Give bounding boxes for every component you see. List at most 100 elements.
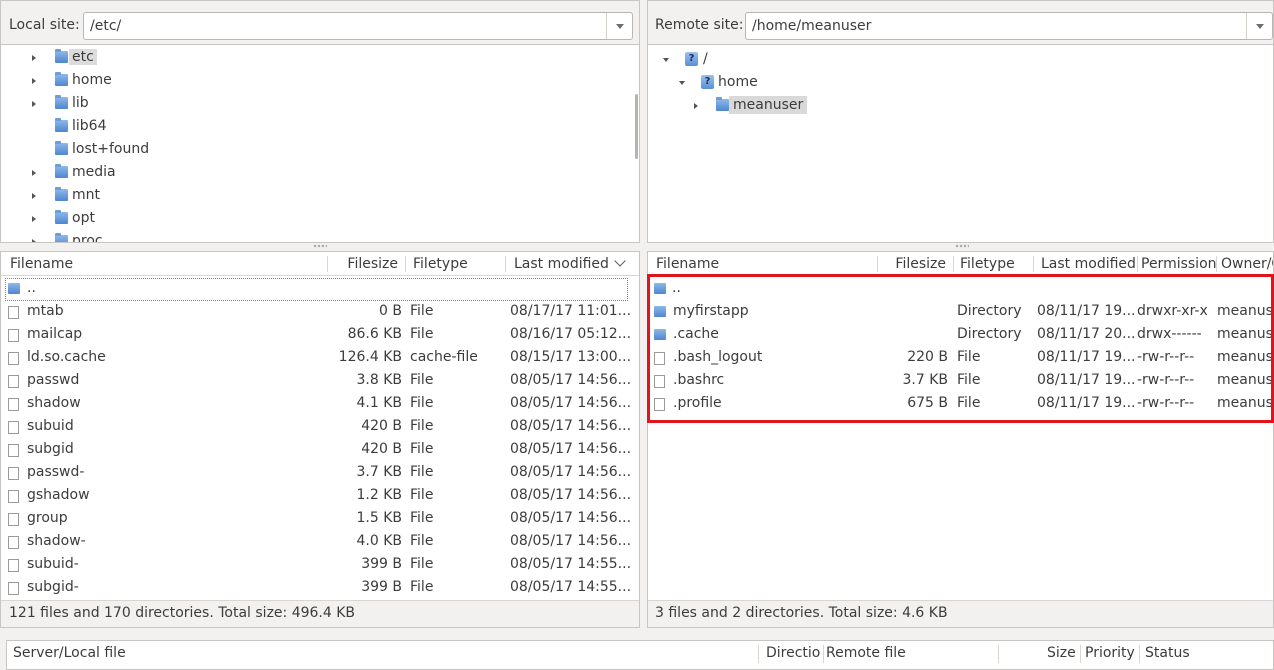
table-row[interactable]: subuid- 399 B File 08/05/17 14:55... (1, 554, 639, 577)
file-type: File (410, 326, 434, 342)
remote-tree-pane: Remote site: /home/meanuser ? /? home meanu… (647, 0, 1274, 243)
col-priority[interactable]: Priority (1085, 645, 1135, 661)
collapsed-arrow-icon[interactable] (32, 78, 36, 84)
table-row[interactable]: subuid 420 B File 08/05/17 14:56... (1, 416, 639, 439)
chevron-down-icon (614, 255, 626, 267)
file-size: 0 B (379, 303, 402, 319)
col-filetype[interactable]: Filetype (407, 252, 502, 276)
tree-item-label: media (72, 164, 116, 180)
file-name: subuid (27, 418, 74, 434)
file-type: File (410, 487, 434, 503)
splitter-handle[interactable] (313, 244, 327, 248)
table-row[interactable]: subgid- 399 B File 08/05/17 14:55... (1, 577, 639, 600)
tree-item-label: proc (72, 233, 103, 243)
column-separator[interactable] (758, 645, 759, 663)
table-row[interactable]: .bashrc 3.7 KB File 08/11/17 19... -rw-r--r-… (648, 370, 1273, 393)
column-separator[interactable] (1080, 645, 1081, 663)
file-type: File (410, 303, 434, 319)
table-row[interactable]: shadow 4.1 KB File 08/05/17 14:56... (1, 393, 639, 416)
file-permissions: -rw-r--r-- (1137, 349, 1195, 365)
remote-status-text: 3 files and 2 directories. Total size: 4… (655, 605, 948, 621)
collapsed-arrow-icon[interactable] (32, 55, 36, 61)
table-row[interactable]: passwd 3.8 KB File 08/05/17 14:56... (1, 370, 639, 393)
parent-directory-row[interactable]: .. (648, 278, 1273, 301)
column-separator[interactable] (998, 645, 999, 663)
remote-site-combo[interactable]: /home/meanuser (745, 12, 1273, 40)
column-separator[interactable] (405, 256, 406, 272)
remote-path-value[interactable]: /home/meanuser (752, 18, 871, 34)
col-filename[interactable]: Filename (650, 252, 876, 276)
table-row[interactable]: subgid 420 B File 08/05/17 14:56... (1, 439, 639, 462)
file-last-modified: 08/11/17 19... (1037, 303, 1134, 319)
tree-item[interactable]: ? home (648, 72, 1268, 94)
collapsed-arrow-icon[interactable] (32, 193, 36, 199)
collapsed-arrow-icon[interactable] (32, 101, 36, 107)
col-remote-file[interactable]: Remote file (826, 645, 906, 661)
tree-item[interactable]: mnt (1, 185, 621, 207)
col-permissions[interactable]: Permission (1135, 252, 1217, 276)
table-row[interactable]: mailcap 86.6 KB File 08/16/17 05:12... (1, 324, 639, 347)
table-row[interactable]: .bash_logout 220 B File 08/11/17 19... -rw-r… (648, 347, 1273, 370)
table-row[interactable]: .cache Directory 08/11/17 20... drwx------ m… (648, 324, 1273, 347)
col-direction[interactable]: Directio (766, 645, 824, 661)
remote-file-rows: .. myfirstapp Directory 08/11/17 19... drwxr… (648, 277, 1273, 601)
table-row[interactable]: gshadow 1.2 KB File 08/05/17 14:56... (1, 485, 639, 508)
tree-item[interactable]: lib64 (1, 116, 621, 138)
column-separator[interactable] (1139, 645, 1140, 663)
expanded-arrow-icon[interactable] (679, 81, 685, 85)
file-name: passwd (27, 372, 80, 388)
col-last-modified[interactable]: Last modified (508, 252, 633, 276)
tree-item-label: opt (72, 210, 95, 226)
tree-item[interactable]: meanuser (648, 95, 1268, 117)
local-site-bar: Local site: /etc/ (1, 1, 639, 45)
tree-item[interactable]: opt (1, 208, 621, 230)
tree-item[interactable]: ? / (648, 49, 1268, 71)
col-size[interactable]: Size (1047, 645, 1076, 661)
table-row[interactable]: mtab 0 B File 08/17/17 11:01... (1, 301, 639, 324)
local-site-combo[interactable]: /etc/ (83, 12, 633, 40)
collapsed-arrow-icon[interactable] (694, 103, 698, 109)
table-row[interactable]: ld.so.cache 126.4 KB cache-file 08/15/17 13… (1, 347, 639, 370)
tree-item-label: meanuser (729, 96, 808, 114)
tree-item[interactable]: home (1, 70, 621, 92)
tree-item[interactable]: lost+found (1, 139, 621, 161)
tree-item[interactable]: lib (1, 93, 621, 115)
col-filename[interactable]: Filename (4, 252, 324, 276)
file-last-modified: 08/15/17 13:00... (510, 349, 632, 365)
tree-item[interactable]: media (1, 162, 621, 184)
col-filetype[interactable]: Filetype (954, 252, 1032, 276)
expanded-arrow-icon[interactable] (663, 58, 669, 62)
col-server-local-file[interactable]: Server/Local file (13, 645, 126, 661)
col-owner-group[interactable]: Owner/G (1215, 252, 1273, 276)
local-file-list-header: Filename Filesize Filetype Last modified (1, 252, 639, 276)
tree-item[interactable]: proc (1, 231, 621, 243)
column-separator[interactable] (823, 645, 824, 663)
file-name: subgid (27, 441, 74, 457)
column-separator[interactable] (1033, 256, 1034, 272)
chevron-down-icon[interactable] (606, 13, 632, 39)
col-last-modified[interactable]: Last modified (1035, 252, 1139, 276)
parent-directory-row[interactable]: .. (5, 278, 628, 301)
tree-item[interactable]: etc (1, 47, 621, 69)
splitter-handle[interactable] (955, 244, 969, 248)
folder-icon (55, 95, 68, 109)
table-row[interactable]: .profile 675 B File 08/11/17 19... -rw-r--r-… (648, 393, 1273, 416)
collapsed-arrow-icon[interactable] (32, 239, 36, 242)
chevron-down-icon[interactable] (1246, 13, 1272, 39)
col-filesize[interactable]: Filesize (878, 252, 952, 276)
collapsed-arrow-icon[interactable] (32, 216, 36, 222)
table-row[interactable]: group 1.5 KB File 08/05/17 14:56... (1, 508, 639, 531)
table-row[interactable]: myfirstapp Directory 08/11/17 19... drwxr-x… (648, 301, 1273, 324)
table-row[interactable]: shadow- 4.0 KB File 08/05/17 14:56... (1, 531, 639, 554)
file-name: shadow (27, 395, 81, 411)
col-filesize[interactable]: Filesize (328, 252, 404, 276)
collapsed-arrow-icon[interactable] (32, 170, 36, 176)
column-separator[interactable] (505, 256, 506, 272)
col-status[interactable]: Status (1145, 645, 1190, 661)
local-directory-tree: etc home lib lib64 lost+found media mnt opt proc (1, 45, 631, 243)
table-row[interactable]: passwd- 3.7 KB File 08/05/17 14:56... (1, 462, 639, 485)
local-path-value[interactable]: /etc/ (90, 18, 121, 34)
local-tree-scrollbar[interactable] (635, 94, 638, 159)
file-type: Directory (957, 303, 1022, 319)
file-type: File (410, 418, 434, 434)
